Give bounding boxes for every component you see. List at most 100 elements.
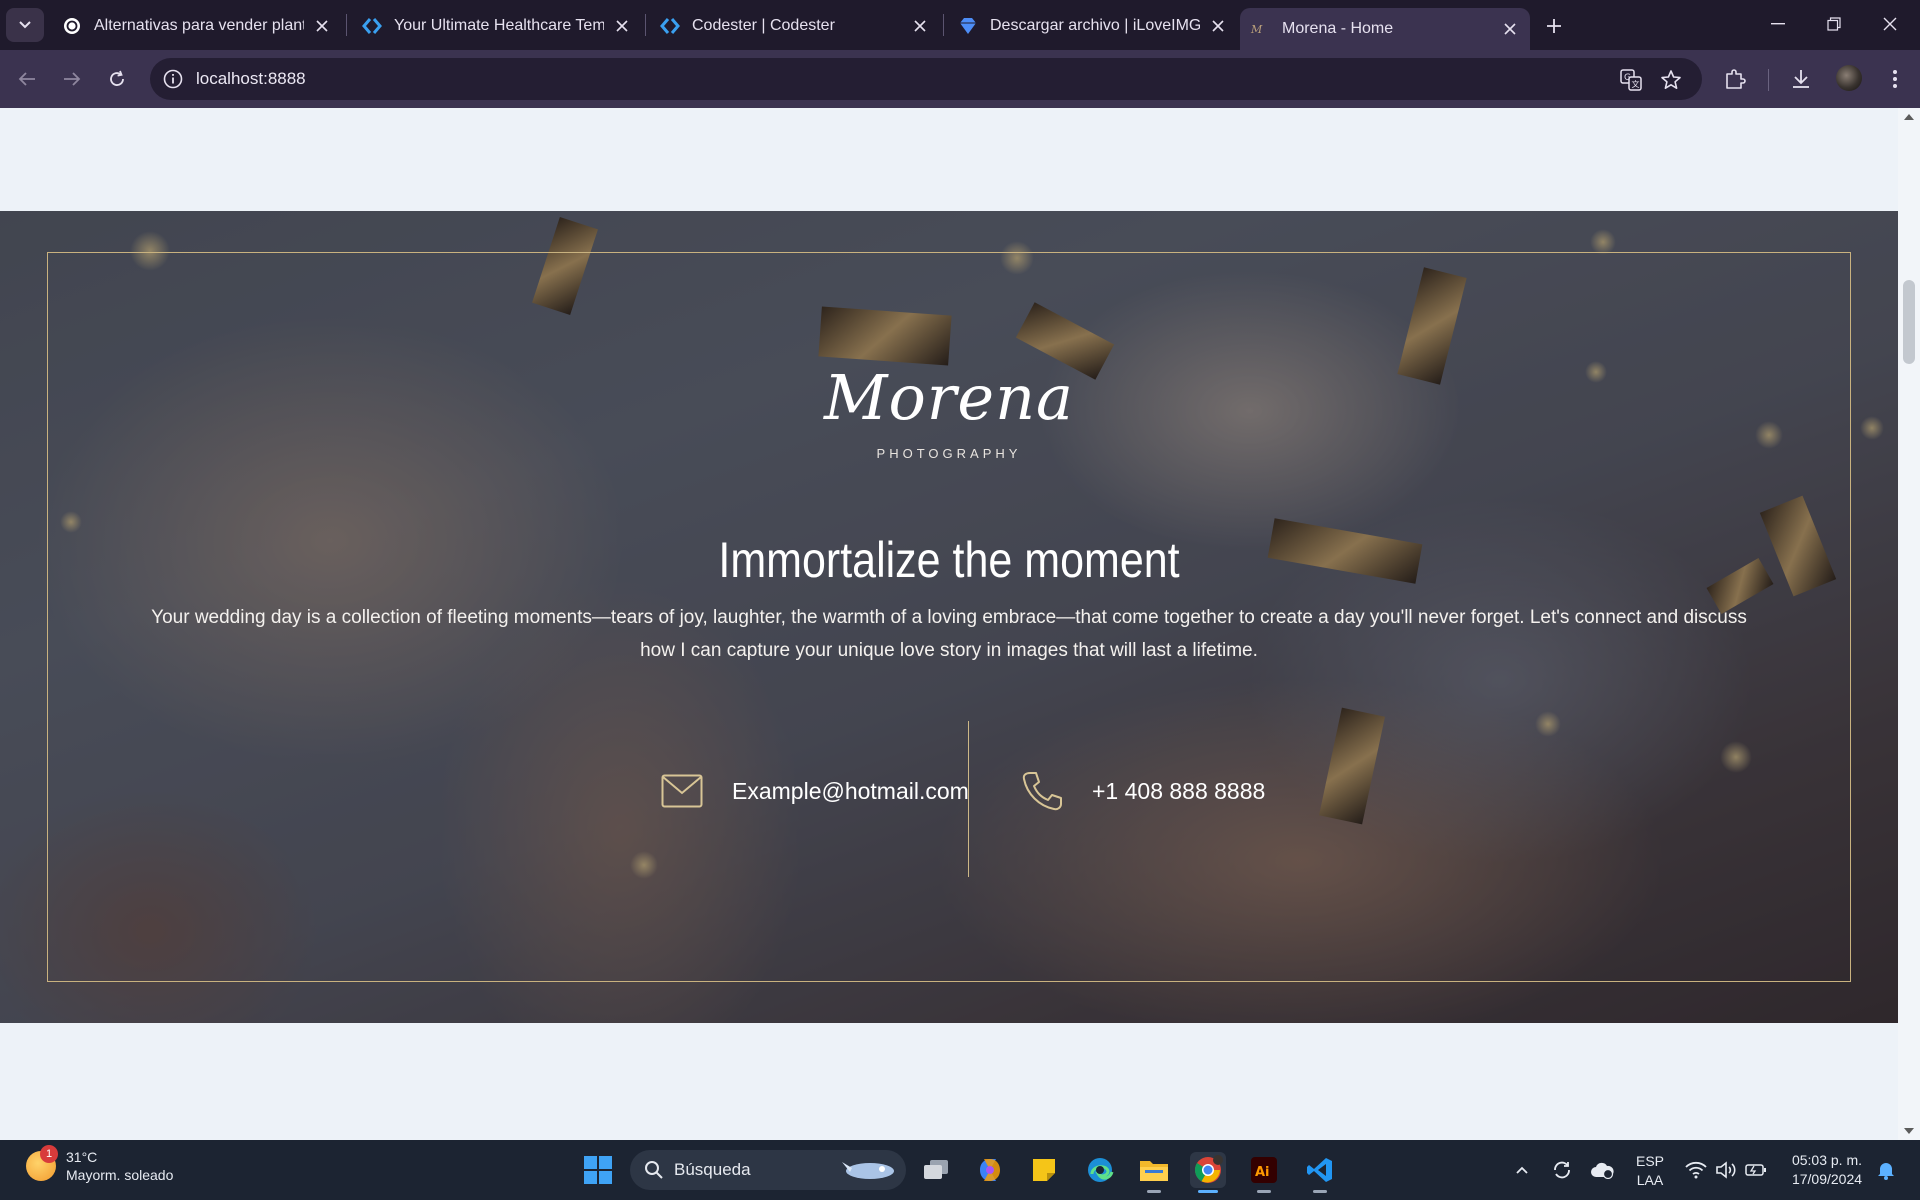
extensions-icon[interactable] [1720, 64, 1750, 94]
hero-headline: Immortalize the moment [718, 532, 1180, 588]
show-hidden-icons-chevron-icon[interactable] [1510, 1158, 1534, 1182]
tab-codester[interactable]: Codester | Codester [650, 6, 940, 46]
svg-text:M: M [1250, 23, 1263, 36]
clock-time: 05:03 p. m. [1791, 1152, 1863, 1168]
brand-logo-subtitle: PHOTOGRAPHY [876, 446, 1022, 461]
close-icon[interactable] [312, 16, 332, 36]
tab-separator [346, 14, 347, 36]
weather-temperature: 31°C [66, 1149, 98, 1165]
close-icon[interactable] [612, 16, 632, 36]
arrow-left-icon [18, 72, 35, 86]
tab-strip: Alternativas para vender plantil Your Ul… [0, 0, 1920, 50]
close-icon[interactable] [1500, 19, 1520, 39]
brand-logo[interactable]: Morena [0, 361, 1898, 434]
sticky-notes-button[interactable] [1026, 1152, 1062, 1188]
tab-title: Your Ultimate Healthcare Templ [394, 17, 604, 34]
contact-hero-section: Morena PHOTOGRAPHY Immortalize the momen… [0, 211, 1898, 1023]
clock[interactable]: 05:03 p. m. 17/09/2024 [1782, 1151, 1872, 1189]
toolbar-separator [1768, 69, 1769, 91]
illustrator-button[interactable]: Ai [1246, 1152, 1282, 1193]
clock-date: 17/09/2024 [1791, 1171, 1863, 1187]
vscode-button[interactable] [1302, 1152, 1338, 1193]
battery-icon[interactable] [1744, 1158, 1768, 1182]
illustrator-icon: Ai [1251, 1157, 1277, 1183]
weather-description: Mayorm. soleado [66, 1167, 174, 1183]
phone-icon [1020, 771, 1064, 811]
start-button[interactable] [580, 1152, 616, 1188]
svg-text:文: 文 [1632, 79, 1640, 89]
envelope-icon [660, 771, 704, 811]
close-icon[interactable] [910, 16, 930, 36]
search-highlight-icon [838, 1156, 898, 1184]
plus-icon [1547, 19, 1561, 33]
active-indicator [1198, 1190, 1218, 1193]
close-window-button[interactable] [1862, 0, 1918, 48]
address-bar[interactable]: localhost:8888 G文 [150, 58, 1702, 100]
bookmark-star-icon[interactable] [1658, 67, 1684, 93]
keyboard-layout: LAA [1636, 1172, 1664, 1188]
windows-taskbar: 1 31°C Mayorm. soleado Búsqueda Ai ESP L… [0, 1140, 1920, 1200]
contact-phone-text[interactable]: +1 408 888 8888 [1092, 778, 1265, 805]
morena-icon: M [1250, 19, 1270, 39]
download-icon[interactable] [1786, 64, 1816, 94]
weather-badge: 1 [40, 1145, 58, 1163]
page-scrollbar[interactable] [1898, 108, 1920, 1140]
language-indicator[interactable]: ESP LAA [1630, 1152, 1670, 1190]
arrow-right-icon [64, 72, 81, 86]
tab-alternativas[interactable]: Alternativas para vender plantil [52, 6, 342, 46]
translate-icon[interactable]: G文 [1618, 67, 1644, 93]
reload-button[interactable] [98, 60, 136, 98]
scrollbar-thumb[interactable] [1903, 280, 1915, 364]
chevron-down-icon [19, 21, 31, 29]
sun-weather-icon: 1 [26, 1145, 58, 1181]
close-icon[interactable] [1208, 16, 1228, 36]
tab-title: Descargar archivo | iLoveIMG [990, 17, 1200, 34]
weather-widget[interactable]: 1 31°C Mayorm. soleado [26, 1145, 174, 1184]
scroll-down-arrow-icon[interactable] [1904, 1128, 1914, 1134]
edge-icon [1088, 1158, 1114, 1182]
url-text: localhost:8888 [196, 69, 306, 88]
tab-separator [943, 14, 944, 36]
windows-logo-icon [584, 1156, 612, 1184]
site-info-icon[interactable] [162, 68, 184, 90]
restore-icon [1827, 17, 1841, 31]
task-view-button[interactable] [918, 1152, 954, 1188]
notification-bell-icon[interactable] [1874, 1158, 1898, 1182]
copilot-button[interactable] [972, 1152, 1008, 1188]
sticky-notes-icon [1033, 1159, 1055, 1181]
running-indicator [1313, 1190, 1327, 1193]
restore-button[interactable] [1806, 0, 1862, 48]
tab-search-button[interactable] [6, 8, 44, 42]
codester-icon [660, 16, 680, 36]
taskbar-search[interactable]: Búsqueda [630, 1150, 906, 1190]
close-icon [1883, 17, 1897, 31]
contact-phone[interactable]: +1 408 888 8888 [1020, 771, 1265, 811]
forward-button[interactable] [53, 60, 91, 98]
onedrive-cloud-icon[interactable] [1590, 1158, 1614, 1182]
chrome-button[interactable] [1190, 1152, 1226, 1193]
reload-icon [110, 70, 124, 86]
wifi-icon[interactable] [1684, 1158, 1708, 1182]
volume-icon[interactable] [1714, 1158, 1738, 1182]
running-indicator [1147, 1190, 1161, 1193]
tab-title: Morena - Home [1282, 20, 1394, 37]
tab-morena-home[interactable]: M Morena - Home [1240, 8, 1530, 50]
running-indicator [1257, 1190, 1271, 1193]
sync-icon[interactable] [1550, 1158, 1574, 1182]
back-button[interactable] [8, 60, 46, 98]
svg-text:Ai: Ai [1255, 1165, 1270, 1180]
menu-kebab-icon[interactable] [1880, 64, 1910, 94]
file-explorer-button[interactable] [1136, 1152, 1172, 1193]
tab-healthcare[interactable]: Your Ultimate Healthcare Templ [352, 6, 642, 46]
new-tab-button[interactable] [1538, 12, 1570, 40]
minimize-button[interactable] [1750, 0, 1806, 48]
contact-email[interactable]: Example@hotmail.com [660, 771, 969, 811]
edge-button[interactable] [1082, 1152, 1118, 1188]
tab-iloveimg[interactable]: Descargar archivo | iLoveIMG [948, 6, 1238, 46]
folder-icon [1140, 1161, 1168, 1181]
profile-avatar[interactable] [1836, 65, 1862, 91]
scroll-up-arrow-icon[interactable] [1904, 114, 1914, 120]
contact-email-text[interactable]: Example@hotmail.com [732, 778, 969, 805]
tab-title: Codester | Codester [692, 17, 835, 34]
hero-description: Your wedding day is a collection of flee… [151, 607, 1747, 661]
